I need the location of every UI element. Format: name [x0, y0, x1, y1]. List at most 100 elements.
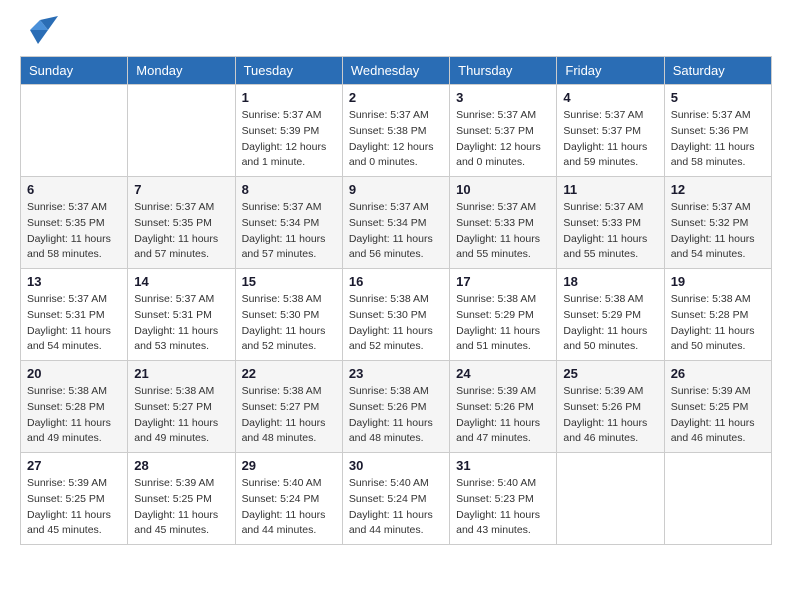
calendar-week-2: 6 Sunrise: 5:37 AM Sunset: 5:35 PM Daylig…	[21, 177, 772, 269]
logo-bird-icon	[20, 16, 58, 44]
day-number: 25	[563, 366, 657, 381]
day-number: 28	[134, 458, 228, 473]
calendar-cell: 28 Sunrise: 5:39 AM Sunset: 5:25 PM Dayli…	[128, 453, 235, 545]
day-number: 24	[456, 366, 550, 381]
day-number: 26	[671, 366, 765, 381]
day-detail: Sunrise: 5:37 AM Sunset: 5:35 PM Dayligh…	[27, 200, 121, 263]
day-detail: Sunrise: 5:38 AM Sunset: 5:28 PM Dayligh…	[671, 292, 765, 355]
calendar-cell: 4Sunrise: 5:37 AM Sunset: 5:37 PM Daylig…	[557, 85, 664, 177]
day-header-tuesday: Tuesday	[235, 57, 342, 85]
calendar-week-1: 1 Sunrise: 5:37 AM Sunset: 5:39 PM Daylig…	[21, 85, 772, 177]
calendar-cell: 21Sunrise: 5:38 AM Sunset: 5:27 PM Dayli…	[128, 361, 235, 453]
calendar-week-3: 13 Sunrise: 5:37 AM Sunset: 5:31 PM Dayli…	[21, 269, 772, 361]
day-number: 27	[27, 458, 121, 473]
day-number: 13	[27, 274, 121, 289]
day-detail: Sunrise: 5:37 AM Sunset: 5:39 PM Dayligh…	[242, 108, 336, 171]
calendar-cell	[128, 85, 235, 177]
calendar-cell	[21, 85, 128, 177]
day-number: 4	[563, 90, 657, 105]
calendar-cell: 30 Sunrise: 5:40 AM Sunset: 5:24 PM Dayli…	[342, 453, 449, 545]
calendar-cell: 23 Sunrise: 5:38 AM Sunset: 5:26 PM Dayli…	[342, 361, 449, 453]
calendar-cell: 6 Sunrise: 5:37 AM Sunset: 5:35 PM Daylig…	[21, 177, 128, 269]
day-detail: Sunrise: 5:38 AM Sunset: 5:27 PM Dayligh…	[242, 384, 336, 447]
day-detail: Sunrise: 5:39 AM Sunset: 5:25 PM Dayligh…	[27, 476, 121, 539]
day-detail: Sunrise: 5:40 AM Sunset: 5:24 PM Dayligh…	[349, 476, 443, 539]
day-detail: Sunrise: 5:38 AM Sunset: 5:30 PM Dayligh…	[242, 292, 336, 355]
day-detail: Sunrise: 5:37 AM Sunset: 5:36 PM Dayligh…	[671, 108, 765, 171]
calendar-cell: 2 Sunrise: 5:37 AM Sunset: 5:38 PM Daylig…	[342, 85, 449, 177]
day-header-friday: Friday	[557, 57, 664, 85]
calendar-cell: 26 Sunrise: 5:39 AM Sunset: 5:25 PM Dayli…	[664, 361, 771, 453]
day-number: 6	[27, 182, 121, 197]
day-detail: Sunrise: 5:38 AM Sunset: 5:30 PM Dayligh…	[349, 292, 443, 355]
calendar-cell: 3 Sunrise: 5:37 AM Sunset: 5:37 PM Daylig…	[450, 85, 557, 177]
day-detail: Sunrise: 5:39 AM Sunset: 5:25 PM Dayligh…	[134, 476, 228, 539]
day-detail: Sunrise: 5:38 AM Sunset: 5:27 PM Dayligh…	[134, 384, 228, 447]
day-number: 8	[242, 182, 336, 197]
day-detail: Sunrise: 5:37 AM Sunset: 5:31 PM Dayligh…	[27, 292, 121, 355]
calendar-cell: 25 Sunrise: 5:39 AM Sunset: 5:26 PM Dayli…	[557, 361, 664, 453]
day-number: 10	[456, 182, 550, 197]
day-header-sunday: Sunday	[21, 57, 128, 85]
day-number: 11	[563, 182, 657, 197]
calendar-cell: 19 Sunrise: 5:38 AM Sunset: 5:28 PM Dayli…	[664, 269, 771, 361]
day-number: 19	[671, 274, 765, 289]
day-number: 3	[456, 90, 550, 105]
day-detail: Sunrise: 5:38 AM Sunset: 5:29 PM Dayligh…	[563, 292, 657, 355]
calendar-cell: 24 Sunrise: 5:39 AM Sunset: 5:26 PM Dayli…	[450, 361, 557, 453]
day-detail: Sunrise: 5:37 AM Sunset: 5:35 PM Dayligh…	[134, 200, 228, 263]
calendar-week-4: 20Sunrise: 5:38 AM Sunset: 5:28 PM Dayli…	[21, 361, 772, 453]
day-detail: Sunrise: 5:39 AM Sunset: 5:25 PM Dayligh…	[671, 384, 765, 447]
day-number: 29	[242, 458, 336, 473]
day-detail: Sunrise: 5:37 AM Sunset: 5:33 PM Dayligh…	[563, 200, 657, 263]
day-detail: Sunrise: 5:37 AM Sunset: 5:33 PM Dayligh…	[456, 200, 550, 263]
calendar-table: SundayMondayTuesdayWednesdayThursdayFrid…	[20, 56, 772, 545]
day-number: 14	[134, 274, 228, 289]
calendar-cell: 14 Sunrise: 5:37 AM Sunset: 5:31 PM Dayli…	[128, 269, 235, 361]
day-number: 22	[242, 366, 336, 381]
calendar-cell	[557, 453, 664, 545]
calendar-cell: 1 Sunrise: 5:37 AM Sunset: 5:39 PM Daylig…	[235, 85, 342, 177]
calendar-cell: 22 Sunrise: 5:38 AM Sunset: 5:27 PM Dayli…	[235, 361, 342, 453]
day-detail: Sunrise: 5:39 AM Sunset: 5:26 PM Dayligh…	[456, 384, 550, 447]
calendar-cell: 9 Sunrise: 5:37 AM Sunset: 5:34 PM Daylig…	[342, 177, 449, 269]
calendar-cell: 18Sunrise: 5:38 AM Sunset: 5:29 PM Dayli…	[557, 269, 664, 361]
day-detail: Sunrise: 5:39 AM Sunset: 5:26 PM Dayligh…	[563, 384, 657, 447]
calendar-cell: 13 Sunrise: 5:37 AM Sunset: 5:31 PM Dayli…	[21, 269, 128, 361]
day-detail: Sunrise: 5:40 AM Sunset: 5:24 PM Dayligh…	[242, 476, 336, 539]
calendar-cell	[664, 453, 771, 545]
day-detail: Sunrise: 5:37 AM Sunset: 5:34 PM Dayligh…	[242, 200, 336, 263]
calendar-week-5: 27 Sunrise: 5:39 AM Sunset: 5:25 PM Dayli…	[21, 453, 772, 545]
calendar-cell: 27 Sunrise: 5:39 AM Sunset: 5:25 PM Dayli…	[21, 453, 128, 545]
day-number: 16	[349, 274, 443, 289]
day-header-monday: Monday	[128, 57, 235, 85]
day-number: 9	[349, 182, 443, 197]
calendar-cell: 10 Sunrise: 5:37 AM Sunset: 5:33 PM Dayli…	[450, 177, 557, 269]
day-header-thursday: Thursday	[450, 57, 557, 85]
day-detail: Sunrise: 5:37 AM Sunset: 5:34 PM Dayligh…	[349, 200, 443, 263]
calendar-cell: 7 Sunrise: 5:37 AM Sunset: 5:35 PM Daylig…	[128, 177, 235, 269]
calendar-cell: 20Sunrise: 5:38 AM Sunset: 5:28 PM Dayli…	[21, 361, 128, 453]
calendar-cell: 15Sunrise: 5:38 AM Sunset: 5:30 PM Dayli…	[235, 269, 342, 361]
day-detail: Sunrise: 5:37 AM Sunset: 5:38 PM Dayligh…	[349, 108, 443, 171]
day-number: 31	[456, 458, 550, 473]
calendar-header-row: SundayMondayTuesdayWednesdayThursdayFrid…	[21, 57, 772, 85]
calendar-cell: 12Sunrise: 5:37 AM Sunset: 5:32 PM Dayli…	[664, 177, 771, 269]
calendar-cell: 5Sunrise: 5:37 AM Sunset: 5:36 PM Daylig…	[664, 85, 771, 177]
day-detail: Sunrise: 5:37 AM Sunset: 5:37 PM Dayligh…	[456, 108, 550, 171]
day-detail: Sunrise: 5:38 AM Sunset: 5:26 PM Dayligh…	[349, 384, 443, 447]
day-number: 23	[349, 366, 443, 381]
day-number: 2	[349, 90, 443, 105]
day-number: 1	[242, 90, 336, 105]
day-number: 20	[27, 366, 121, 381]
logo	[20, 16, 62, 44]
day-detail: Sunrise: 5:37 AM Sunset: 5:32 PM Dayligh…	[671, 200, 765, 263]
day-detail: Sunrise: 5:40 AM Sunset: 5:23 PM Dayligh…	[456, 476, 550, 539]
calendar-cell: 29 Sunrise: 5:40 AM Sunset: 5:24 PM Dayli…	[235, 453, 342, 545]
day-detail: Sunrise: 5:37 AM Sunset: 5:31 PM Dayligh…	[134, 292, 228, 355]
day-number: 30	[349, 458, 443, 473]
day-number: 7	[134, 182, 228, 197]
day-header-saturday: Saturday	[664, 57, 771, 85]
calendar-cell: 17Sunrise: 5:38 AM Sunset: 5:29 PM Dayli…	[450, 269, 557, 361]
day-header-wednesday: Wednesday	[342, 57, 449, 85]
